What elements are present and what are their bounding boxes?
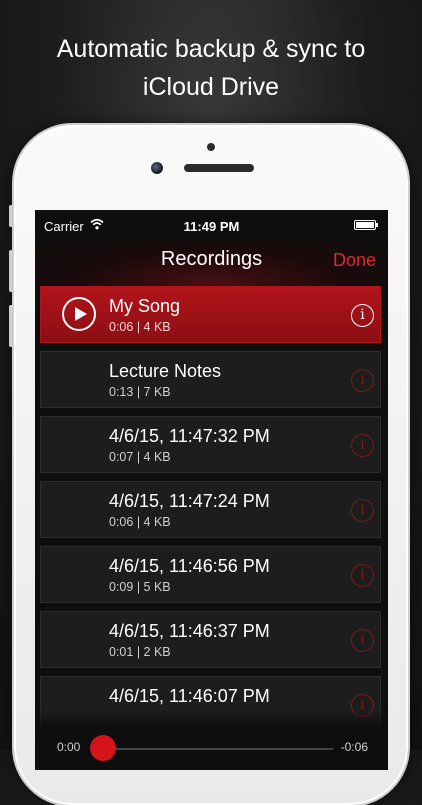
battery-icon [354, 220, 378, 230]
front-camera [151, 162, 163, 174]
recording-size: 4 KB [143, 450, 171, 464]
marketing-headline: Automatic backup & sync to iCloud Drive [0, 30, 422, 106]
recording-duration: 0:13 [109, 385, 134, 399]
info-icon[interactable]: i [351, 434, 374, 457]
headline-line-1: Automatic backup & sync to [56, 35, 366, 63]
recording-size: 5 KB [143, 580, 171, 594]
status-time: 11:49 PM [183, 219, 240, 234]
volume-up-button [9, 250, 14, 292]
recording-size: 4 KB [143, 515, 171, 529]
recording-row[interactable]: 4/6/15, 11:47:24 PM 0:06 | 4 KB i [40, 481, 381, 538]
recording-meta: 0:13 | 7 KB [109, 385, 171, 399]
recording-size: 4 KB [143, 320, 171, 334]
recording-title: My Song [109, 296, 181, 316]
mute-switch [9, 205, 14, 227]
info-icon[interactable]: i [351, 369, 374, 392]
info-icon[interactable]: i [351, 499, 374, 522]
playback-bar: 0:00 -0:06 [35, 710, 388, 770]
earpiece-speaker [184, 164, 254, 172]
info-icon[interactable]: i [351, 564, 374, 587]
recording-size: 2 KB [143, 645, 171, 659]
navigation-bar: Recordings Done [35, 240, 388, 286]
recording-row[interactable]: Lecture Notes 0:13 | 7 KB i [40, 351, 381, 408]
remaining-time: -0:06 [340, 740, 368, 754]
recording-title: 4/6/15, 11:46:56 PM [109, 556, 270, 576]
recording-row[interactable]: My Song 0:06 | 4 KB i [40, 286, 381, 343]
recording-meta: 0:09 | 5 KB [109, 580, 171, 594]
done-button[interactable]: Done [333, 250, 376, 271]
scrubber-handle[interactable] [90, 735, 116, 761]
recording-title: 4/6/15, 11:47:24 PM [109, 491, 270, 511]
recording-row[interactable]: 4/6/15, 11:47:32 PM 0:07 | 4 KB i [40, 416, 381, 473]
recording-row[interactable]: 4/6/15, 11:46:37 PM 0:01 | 2 KB i [40, 611, 381, 668]
info-icon[interactable]: i [351, 304, 374, 327]
recording-duration: 0:01 [109, 645, 134, 659]
recording-meta: 0:07 | 4 KB [109, 450, 171, 464]
recording-size: 7 KB [143, 385, 171, 399]
recording-row[interactable]: 4/6/15, 11:46:56 PM 0:09 | 5 KB i [40, 546, 381, 603]
app-screen: Carrier 11:49 PM Recordings Done My Song… [35, 210, 388, 770]
headline-line-2: iCloud Drive [142, 73, 280, 101]
recording-title: 4/6/15, 11:47:32 PM [109, 426, 270, 446]
recording-title: Lecture Notes [109, 361, 222, 381]
recording-meta: 0:01 | 2 KB [109, 645, 171, 659]
recording-duration: 0:06 [109, 515, 134, 529]
status-bar: Carrier 11:49 PM [35, 210, 388, 240]
recording-title: 4/6/15, 11:46:37 PM [109, 621, 270, 641]
recording-meta: 0:06 | 4 KB [109, 320, 171, 334]
recording-duration: 0:09 [109, 580, 134, 594]
recording-title: 4/6/15, 11:46:07 PM [109, 686, 270, 706]
proximity-sensor [207, 143, 215, 151]
elapsed-time: 0:00 [57, 740, 81, 754]
recording-meta: 0:06 | 4 KB [109, 515, 171, 529]
recording-duration: 0:07 [109, 450, 134, 464]
play-icon[interactable] [62, 297, 96, 331]
info-icon[interactable]: i [351, 629, 374, 652]
volume-down-button [9, 305, 14, 347]
recording-duration: 0:06 [109, 320, 134, 334]
